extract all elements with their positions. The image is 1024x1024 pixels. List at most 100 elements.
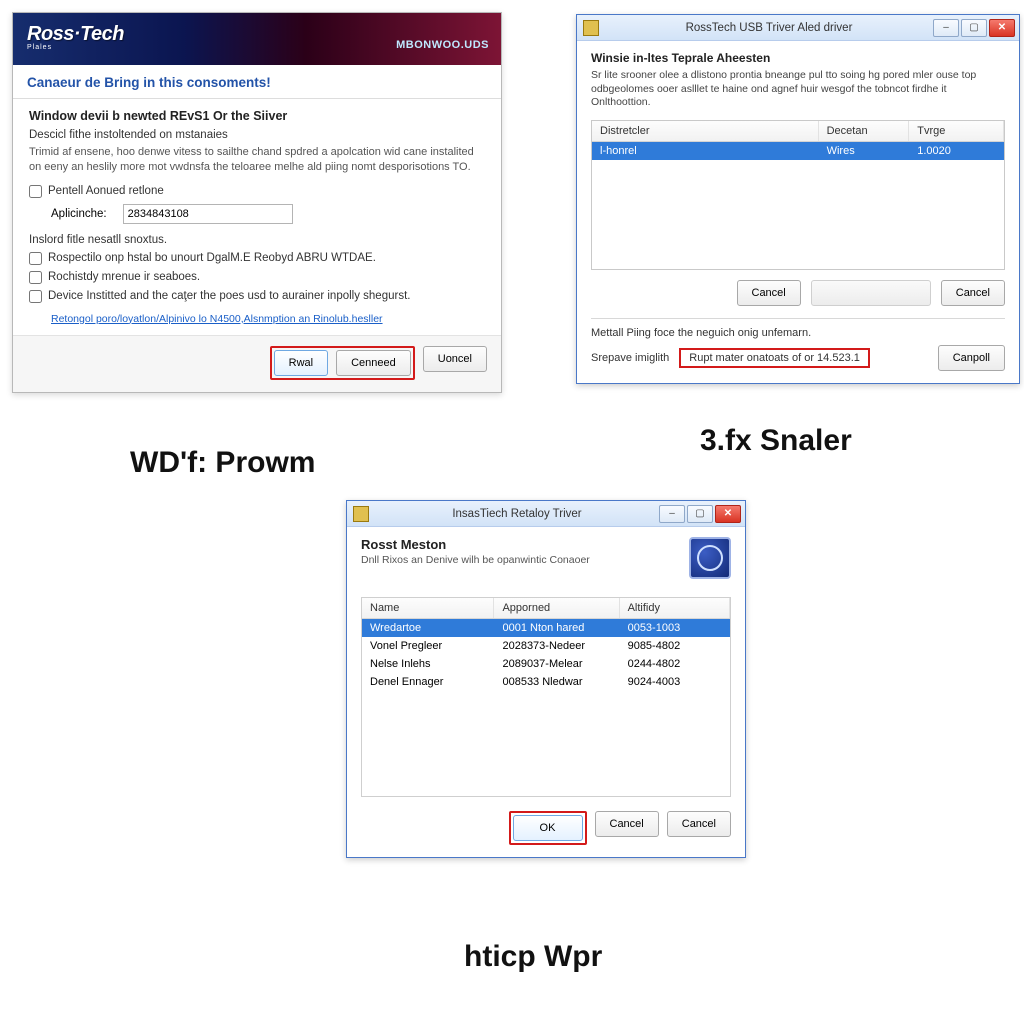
banner: Ross·Tech Plales MBONWOO.UDS	[13, 13, 501, 65]
table-row[interactable]: Denel Ennager 008533 Nledwar 9024-4003	[362, 673, 730, 691]
cancel-button-2[interactable]: Cancel	[667, 811, 731, 837]
aplicinche-row: Aplicinche:	[51, 204, 485, 224]
cell: 0001 Nton hared	[494, 619, 619, 637]
cell: 9024-4003	[620, 673, 730, 691]
blue-heading: Canaeur de Bring in this consoments!	[13, 65, 501, 98]
col-apporned: Apporned	[494, 598, 619, 618]
col-tvrge: Tvrge	[909, 121, 1004, 141]
sub-row: Srepave imiglith Rupt mater onatoats of …	[591, 345, 1005, 371]
cell: 0244-4802	[620, 655, 730, 673]
button-row: OK Cancel Cancel	[361, 811, 731, 845]
col-altifidy: Altifidy	[620, 598, 730, 618]
body: Name Apporned Altifidy Wredartoe 0001 Nt…	[347, 589, 745, 857]
cell: 0053-1003	[620, 619, 730, 637]
logo-sub: Plales	[27, 44, 124, 51]
install-button[interactable]: Rwal	[274, 350, 328, 376]
checkbox-device[interactable]	[29, 290, 42, 303]
checkbox-rochistdy[interactable]	[29, 271, 42, 284]
installer-window-1: Ross·Tech Plales MBONWOO.UDS Canaeur de …	[12, 12, 502, 393]
checkbox-label: Pentell Aonued retlone	[48, 185, 164, 197]
cell: Denel Ennager	[362, 673, 494, 691]
cell: Wredartoe	[362, 619, 494, 637]
titlebar: RossTech USB Triver Aled driver – ▢ ✕	[577, 15, 1019, 41]
heading: Winsie in-ltes Teprale Aheesten	[591, 51, 1005, 65]
cancel-button[interactable]: Cenneed	[336, 350, 411, 376]
version-highlight-box: Rupt mater onatoats of or 14.523.1	[679, 348, 870, 368]
window-icon	[583, 20, 599, 36]
table-header: Name Apporned Altifidy	[362, 598, 730, 619]
cancel-button-right[interactable]: Cancel	[941, 280, 1005, 306]
table-button-row: Cancel Cancel	[591, 280, 1005, 306]
checkbox-row-1: Pentell Aonued retlone	[29, 185, 485, 198]
checkbox-rospectilo[interactable]	[29, 252, 42, 265]
caption-2: 3.fx Snaler	[700, 424, 852, 458]
sub-label: Mettall Piing foce the neguich onig unfe…	[591, 327, 1005, 339]
device-table: Name Apporned Altifidy Wredartoe 0001 Nt…	[361, 597, 731, 797]
table-row[interactable]: Nelse Inlehs 2089037-Melear 0244-4802	[362, 655, 730, 673]
heading: Rosst Meston	[361, 537, 590, 552]
aplicinche-input[interactable]	[123, 204, 293, 224]
driver-table: Distretcler Decetan Tvrge l-honrel Wires…	[591, 120, 1005, 270]
cell: Vonel Pregleer	[362, 637, 494, 655]
checkbox-label: Rochistdy mrenue ir seaboes.	[48, 271, 200, 283]
cell: 1.0020	[909, 142, 1004, 160]
usb-driver-window: RossTech USB Triver Aled driver – ▢ ✕ Wi…	[576, 14, 1020, 384]
banner-code: MBONWOO.UDS	[396, 39, 489, 51]
table-row[interactable]: Vonel Pregleer 2028373-Nedeer 9085-4802	[362, 637, 730, 655]
cell: 008533 Nledwar	[494, 673, 619, 691]
aplicinche-label: Aplicinche:	[51, 208, 107, 220]
col-distretcler: Distretcler	[592, 121, 819, 141]
checkbox-row-3: Rochistdy mrenue ir seaboes.	[29, 271, 485, 284]
subheading-2: Inslord fitle nesatll snoxtus.	[29, 234, 485, 246]
close-button[interactable]: ✕	[715, 505, 741, 523]
close-button[interactable]: ✕	[989, 19, 1015, 37]
window-title: RossTech USB Triver Aled driver	[605, 22, 933, 34]
heading: Window devii b newted REvS1 Or the Siive…	[29, 109, 485, 123]
minimize-button[interactable]: –	[933, 19, 959, 37]
maximize-button[interactable]: ▢	[961, 19, 987, 37]
titlebar: InsasTiech Retaloy Triver – ▢ ✕	[347, 501, 745, 527]
cancel-button-left[interactable]: Cancel	[737, 280, 801, 306]
cell: Nelse Inlehs	[362, 655, 494, 673]
checkbox-row-2: Rospectilo onp hstal bo unourt DgalM.E R…	[29, 252, 485, 265]
caption-3: hticp Wpr	[464, 940, 602, 974]
link-retongol[interactable]: Retongol poro/loyatlon/Alpinivo lo N4500…	[51, 313, 383, 325]
canpoll-button[interactable]: Canpoll	[938, 345, 1005, 371]
cell: 2089037-Melear	[494, 655, 619, 673]
red-highlight-box: Rwal Cenneed	[270, 346, 415, 380]
cell: 9085-4802	[620, 637, 730, 655]
window-controls: – ▢ ✕	[659, 505, 741, 523]
minimize-button[interactable]: –	[659, 505, 685, 523]
cell: Wires	[819, 142, 910, 160]
cell: l-honrel	[592, 142, 819, 160]
section-body: Window devii b newted REvS1 Or the Siive…	[13, 98, 501, 335]
checkbox-label: Rospectilo onp hstal bo unourt DgalM.E R…	[48, 252, 376, 264]
window-icon	[353, 506, 369, 522]
subheading: Dnll Rixos an Denive wilh be opanwintic …	[361, 554, 590, 566]
caption-1: WD'f: Prowm	[130, 446, 315, 480]
cancel-button-1[interactable]: Cancel	[595, 811, 659, 837]
header-area: Rosst Meston Dnll Rixos an Denive wilh b…	[347, 527, 745, 589]
checkbox-label: Device Institted and the caţer the poes …	[48, 290, 410, 302]
window-controls: – ▢ ✕	[933, 19, 1015, 37]
subheading: Descicl fithe instoltended on mstanaies	[29, 129, 485, 141]
table-row-selected[interactable]: l-honrel Wires 1.0020	[592, 142, 1004, 160]
checkbox-pentell[interactable]	[29, 185, 42, 198]
table-row[interactable]: Wredartoe 0001 Nton hared 0053-1003	[362, 619, 730, 637]
checkbox-row-4: Device Institted and the caţer the poes …	[29, 290, 485, 303]
paragraph: Sr lite srooner olee a dlistono prontia …	[591, 69, 1005, 110]
ok-button[interactable]: OK	[513, 815, 583, 841]
logo-main: Ross·Tech	[27, 23, 124, 45]
button-row: Rwal Cenneed Uoncel	[13, 335, 501, 392]
maximize-button[interactable]: ▢	[687, 505, 713, 523]
field-label: Srepave imiglith	[591, 352, 669, 364]
cell: 2028373-Nedeer	[494, 637, 619, 655]
table-header: Distretcler Decetan Tvrge	[592, 121, 1004, 142]
red-highlight-box: OK	[509, 811, 587, 845]
col-decetan: Decetan	[819, 121, 910, 141]
uoncel-button[interactable]: Uoncel	[423, 346, 487, 372]
header-text: Rosst Meston Dnll Rixos an Denive wilh b…	[361, 537, 590, 566]
sub-section: Mettall Piing foce the neguich onig unfe…	[591, 318, 1005, 371]
body: Winsie in-ltes Teprale Aheesten Sr lite …	[577, 41, 1019, 383]
disabled-button	[811, 280, 931, 306]
